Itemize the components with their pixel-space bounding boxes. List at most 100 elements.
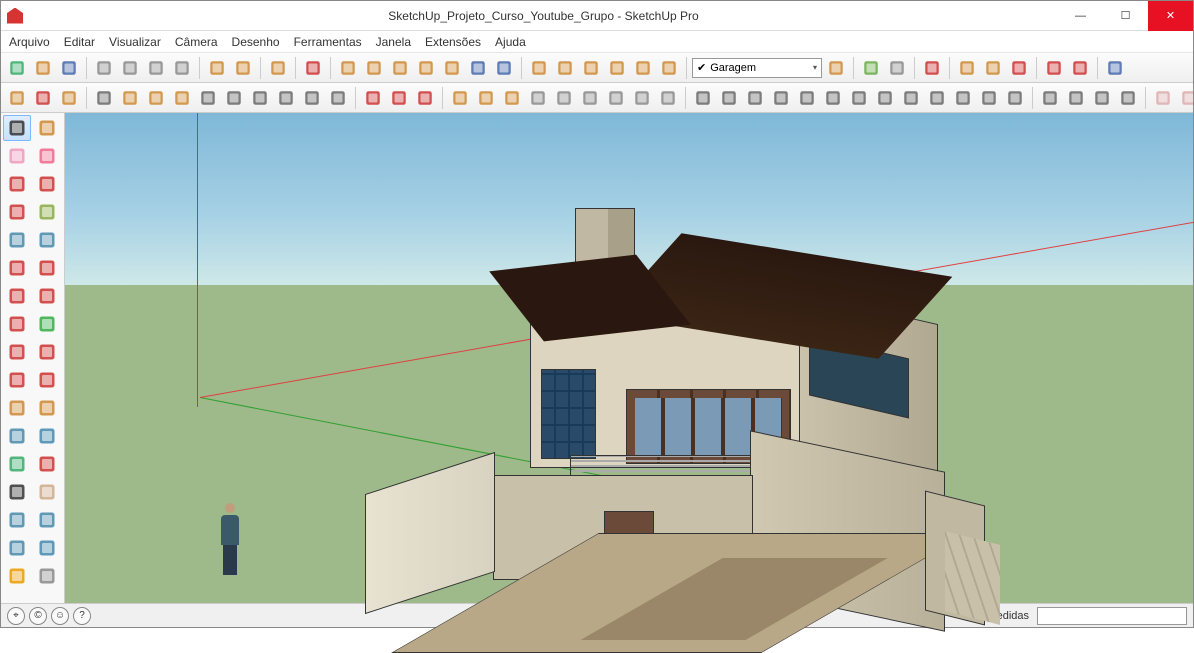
tool-house2-icon[interactable] (605, 56, 629, 80)
tool-xj-icon[interactable] (326, 86, 350, 110)
palette-pushpull-icon[interactable] (3, 367, 31, 393)
tool-print-icon[interactable] (266, 56, 290, 80)
palette-rect-icon[interactable] (3, 199, 31, 225)
tool-pin-icon[interactable] (920, 56, 944, 80)
palette-circle-icon[interactable] (3, 227, 31, 253)
palette-tape-icon[interactable] (3, 395, 31, 421)
tool-l11-icon[interactable] (951, 86, 975, 110)
tool-house4-icon[interactable] (657, 56, 681, 80)
tool-s3-icon[interactable] (1090, 86, 1114, 110)
tool-redo-icon[interactable] (231, 56, 255, 80)
menu-janela[interactable]: Janela (376, 35, 411, 49)
tool-c6-icon[interactable] (578, 86, 602, 110)
tool-c4-icon[interactable] (526, 86, 550, 110)
tool-persp-icon[interactable] (492, 56, 516, 80)
tool-l4-icon[interactable] (769, 86, 793, 110)
tool-house3-icon[interactable] (631, 56, 655, 80)
menu-ajuda[interactable]: Ajuda (495, 35, 526, 49)
tool-right-icon[interactable] (414, 56, 438, 80)
tool-upload-icon[interactable] (1007, 56, 1031, 80)
tool-s4-icon[interactable] (1116, 86, 1140, 110)
tool-ext2-icon[interactable] (1068, 56, 1092, 80)
tool-xe-icon[interactable] (196, 86, 220, 110)
palette-zoom-icon[interactable] (3, 507, 31, 533)
tool-cut-icon[interactable] (92, 56, 116, 80)
measure-input[interactable] (1037, 607, 1187, 625)
tool-open-icon[interactable] (31, 56, 55, 80)
menu-extensões[interactable]: Extensões (425, 35, 481, 49)
menu-editar[interactable]: Editar (64, 35, 95, 49)
tool-left-icon[interactable] (466, 56, 490, 80)
tool-l5-icon[interactable] (795, 86, 819, 110)
menu-ferramentas[interactable]: Ferramentas (294, 35, 362, 49)
palette-select-icon[interactable] (3, 115, 31, 141)
palette-iso-icon[interactable] (3, 535, 31, 561)
tool-xa-icon[interactable] (92, 86, 116, 110)
tool-l1-icon[interactable] (691, 86, 715, 110)
palette-line-icon[interactable] (3, 171, 31, 197)
tool-t1-icon[interactable] (5, 86, 29, 110)
tool-place-icon[interactable] (885, 56, 909, 80)
close-button[interactable]: ✕ (1148, 1, 1193, 31)
tool-l12-icon[interactable] (977, 86, 1001, 110)
tool-l3-icon[interactable] (743, 86, 767, 110)
palette-curve-icon[interactable] (33, 283, 61, 309)
tool-l10-icon[interactable] (925, 86, 949, 110)
tool-undo-icon[interactable] (205, 56, 229, 80)
palette-section-icon[interactable] (33, 451, 61, 477)
tool-copy-icon[interactable] (118, 56, 142, 80)
palette-eraser-hard-icon[interactable] (33, 143, 61, 169)
palette-pie-icon[interactable] (3, 283, 31, 309)
palette-grip-icon[interactable] (3, 479, 31, 505)
palette-arc-icon[interactable] (3, 255, 31, 281)
palette-freehand-icon[interactable] (33, 171, 61, 197)
tool-comp1-icon[interactable] (527, 56, 551, 80)
palette-zoom-ext-icon[interactable] (33, 507, 61, 533)
palette-paint-icon[interactable] (33, 479, 61, 505)
tool-xc-icon[interactable] (144, 86, 168, 110)
tool-iso-icon[interactable] (336, 56, 360, 80)
menu-visualizar[interactable]: Visualizar (109, 35, 161, 49)
tool-c9-icon[interactable] (656, 86, 680, 110)
tool-t3-icon[interactable] (57, 86, 81, 110)
tool-xd-icon[interactable] (170, 86, 194, 110)
tool-c2-icon[interactable] (474, 86, 498, 110)
tool-layer-ico-icon[interactable] (824, 56, 848, 80)
palette-lasso-icon[interactable] (33, 115, 61, 141)
tool-xb-icon[interactable] (118, 86, 142, 110)
tool-model-a-icon[interactable] (301, 56, 325, 80)
tool-l6-icon[interactable] (821, 86, 845, 110)
palette-sun-icon[interactable] (3, 563, 31, 589)
user-icon[interactable]: ☺ (51, 607, 69, 625)
tool-m3-icon[interactable] (413, 86, 437, 110)
tool-p2-icon[interactable] (1177, 86, 1193, 110)
palette-axes-icon[interactable] (3, 451, 31, 477)
tool-xh-icon[interactable] (274, 86, 298, 110)
palette-rect-rot-icon[interactable] (33, 199, 61, 225)
palette-eraser-soft-icon[interactable] (3, 143, 31, 169)
tool-xg-icon[interactable] (248, 86, 272, 110)
help-icon[interactable]: ? (73, 607, 91, 625)
tool-c8-icon[interactable] (630, 86, 654, 110)
tool-back-icon[interactable] (440, 56, 464, 80)
tool-c3-icon[interactable] (500, 86, 524, 110)
tool-l8-icon[interactable] (873, 86, 897, 110)
palette-arc2-icon[interactable] (33, 255, 61, 281)
tool-m1-icon[interactable] (361, 86, 385, 110)
tool-save-icon[interactable] (57, 56, 81, 80)
menu-arquivo[interactable]: Arquivo (9, 35, 50, 49)
palette-rotate-icon[interactable] (33, 311, 61, 337)
tool-xi-icon[interactable] (300, 86, 324, 110)
tool-c7-icon[interactable] (604, 86, 628, 110)
maximize-button[interactable]: ☐ (1103, 1, 1148, 31)
tool-c1-icon[interactable] (448, 86, 472, 110)
tool-cancel-icon[interactable] (170, 56, 194, 80)
minimize-button[interactable]: — (1058, 1, 1103, 31)
tool-s2-icon[interactable] (1064, 86, 1088, 110)
tool-share-icon[interactable] (981, 56, 1005, 80)
palette-scale-icon[interactable] (3, 339, 31, 365)
palette-offset-icon[interactable] (33, 339, 61, 365)
palette-move-icon[interactable] (3, 311, 31, 337)
tool-warehouse-icon[interactable] (955, 56, 979, 80)
palette-dim-icon[interactable] (3, 423, 31, 449)
